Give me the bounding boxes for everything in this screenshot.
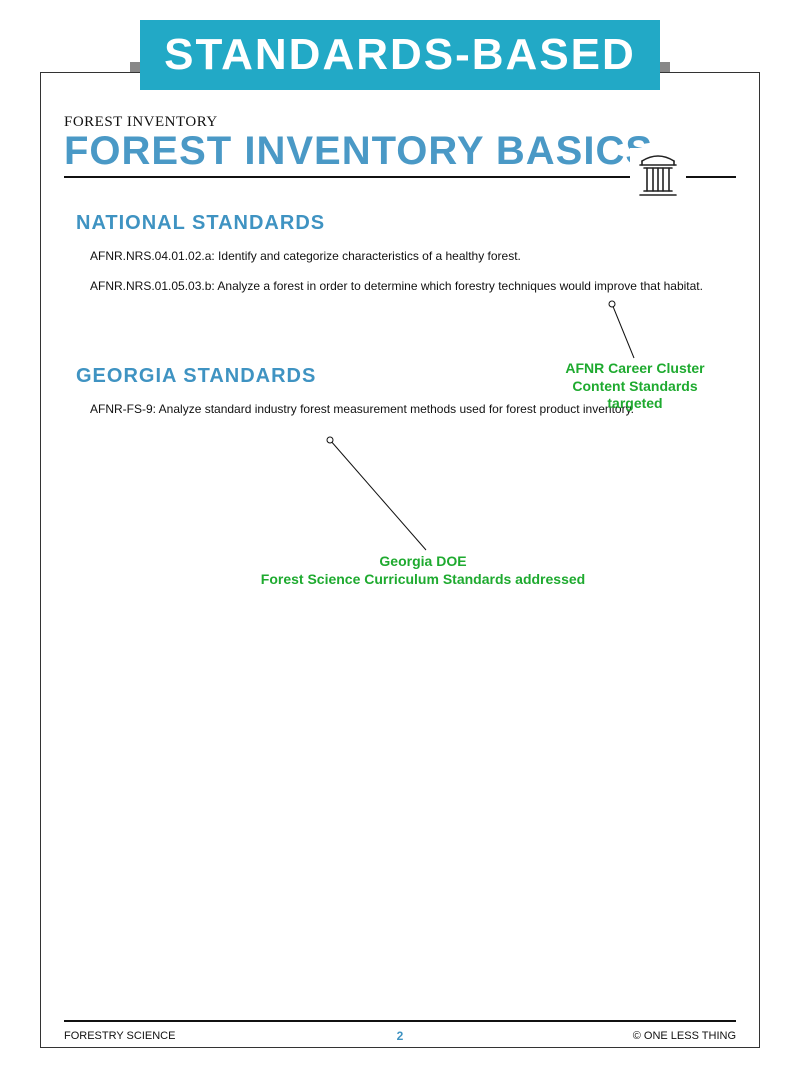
annotation-georgia: Georgia DOE Forest Science Curriculum St…	[258, 553, 588, 588]
national-standards-heading: NATIONAL STANDARDS	[76, 212, 736, 235]
annotation-georgia-line2: Forest Science Curriculum Standards addr…	[258, 571, 588, 589]
annotation-afnr-line2: Content Standards	[540, 378, 730, 396]
footer: FORESTRY SCIENCE 2 © ONE LESS THING	[64, 1030, 736, 1042]
footer-page-number: 2	[397, 1029, 404, 1043]
footer-right: © ONE LESS THING	[633, 1030, 736, 1042]
banner: STANDARDS-BASED	[140, 20, 660, 90]
annotation-afnr-line1: AFNR Career Cluster	[540, 360, 730, 378]
banner-title: STANDARDS-BASED	[164, 30, 636, 80]
footer-rule	[64, 1020, 736, 1022]
national-standard-item: AFNR.NRS.04.01.02.a: Identify and catego…	[90, 247, 706, 265]
footer-left: FORESTRY SCIENCE	[64, 1030, 175, 1042]
annotation-afnr: AFNR Career Cluster Content Standards ta…	[540, 360, 730, 413]
national-standard-item: AFNR.NRS.01.05.03.b: Analyze a forest in…	[90, 277, 706, 295]
page-title: FOREST INVENTORY BASICS	[64, 131, 653, 171]
annotation-georgia-line1: Georgia DOE	[258, 553, 588, 571]
annotation-afnr-line3: targeted	[540, 395, 730, 413]
